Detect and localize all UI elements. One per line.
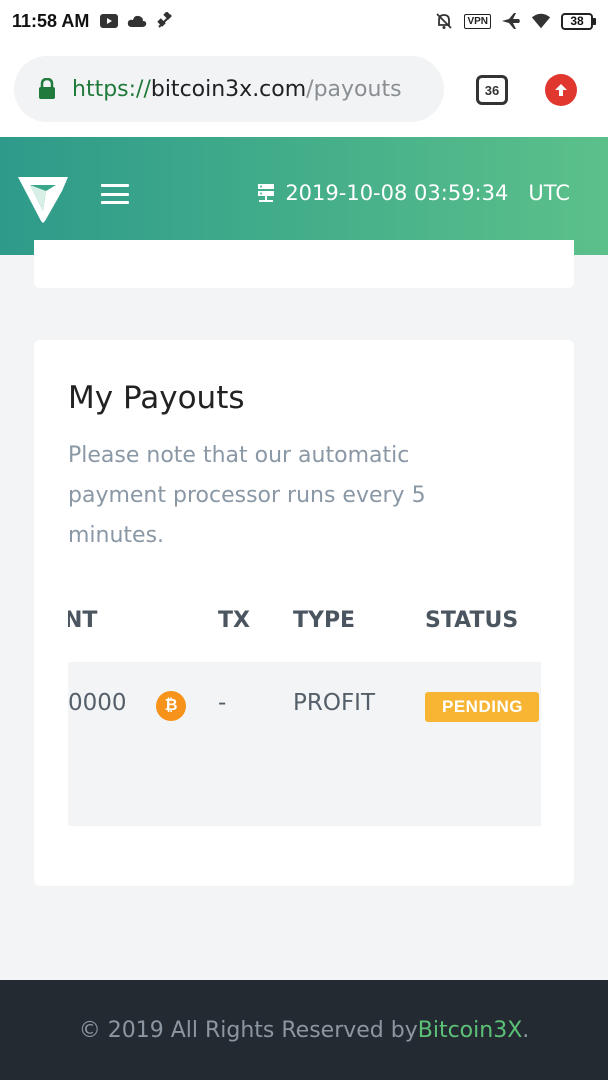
- battery-level: 38: [561, 12, 593, 30]
- battery-icon: 38: [561, 12, 596, 30]
- payout-tx: -: [218, 690, 227, 716]
- vpn-icon: VPN: [464, 13, 491, 29]
- site-header: 2019-10-08 03:59:34 UTC: [0, 137, 608, 255]
- footer: © 2019 All Rights Reserved by Bitcoin3X.: [0, 980, 608, 1080]
- menu-icon[interactable]: [101, 182, 129, 206]
- status-bar: 11:58 AM VPN 38: [0, 0, 608, 42]
- url-scheme: https://: [72, 76, 151, 102]
- url-text[interactable]: https://bitcoin3x.com/payouts: [72, 77, 402, 102]
- payout-amount: 0000: [68, 690, 127, 716]
- payouts-table[interactable]: NT TX TYPE STATUS 0000 ₿ - PROFIT PENDIN…: [68, 598, 541, 826]
- tab-switcher-button[interactable]: 36: [476, 75, 508, 105]
- status-time: 11:58 AM: [12, 10, 90, 31]
- upload-button[interactable]: [545, 74, 577, 106]
- airplane-icon: [501, 13, 521, 29]
- page-title: My Payouts: [68, 380, 245, 416]
- footer-copyright: © 2019 All Rights Reserved by: [78, 1017, 418, 1043]
- payout-note: Please note that our automatic payment p…: [68, 443, 426, 548]
- status-badge: PENDING: [425, 692, 539, 722]
- url-host: bitcoin3x.com: [150, 76, 307, 102]
- payout-type: PROFIT: [293, 690, 376, 716]
- lock-icon: [39, 78, 55, 99]
- timezone-label: UTC: [528, 181, 570, 205]
- column-type: TYPE: [293, 608, 356, 633]
- payouts-card: My Payouts Please note that our automati…: [34, 340, 574, 886]
- url-bar[interactable]: https://bitcoin3x.com/payouts: [14, 56, 444, 122]
- server-time: 2019-10-08 03:59:34 UTC: [257, 181, 570, 205]
- wifi-icon: [531, 13, 551, 29]
- logo-icon[interactable]: [16, 171, 70, 225]
- url-path: /payouts: [306, 76, 402, 102]
- cloud-icon: [127, 13, 147, 29]
- bitcoin-icon: ₿: [156, 691, 186, 721]
- satellite-icon: [155, 12, 175, 29]
- column-amount: NT: [68, 608, 98, 633]
- column-tx: TX: [218, 608, 250, 633]
- table-row: 0000 ₿ - PROFIT PENDING: [68, 662, 541, 826]
- footer-suffix: .: [522, 1017, 530, 1043]
- youtube-icon: [99, 13, 119, 29]
- previous-card: [34, 240, 574, 288]
- browser-toolbar: https://bitcoin3x.com/payouts 36: [0, 42, 608, 137]
- footer-brand-link[interactable]: Bitcoin3X: [418, 1018, 523, 1043]
- notification-icons: [99, 12, 175, 29]
- server-icon: [258, 184, 275, 202]
- bell-off-icon: [434, 13, 454, 29]
- upload-icon: [555, 84, 567, 96]
- server-datetime: 2019-10-08 03:59:34: [285, 181, 509, 205]
- column-status: STATUS: [425, 608, 519, 633]
- system-icons: VPN 38: [434, 12, 596, 30]
